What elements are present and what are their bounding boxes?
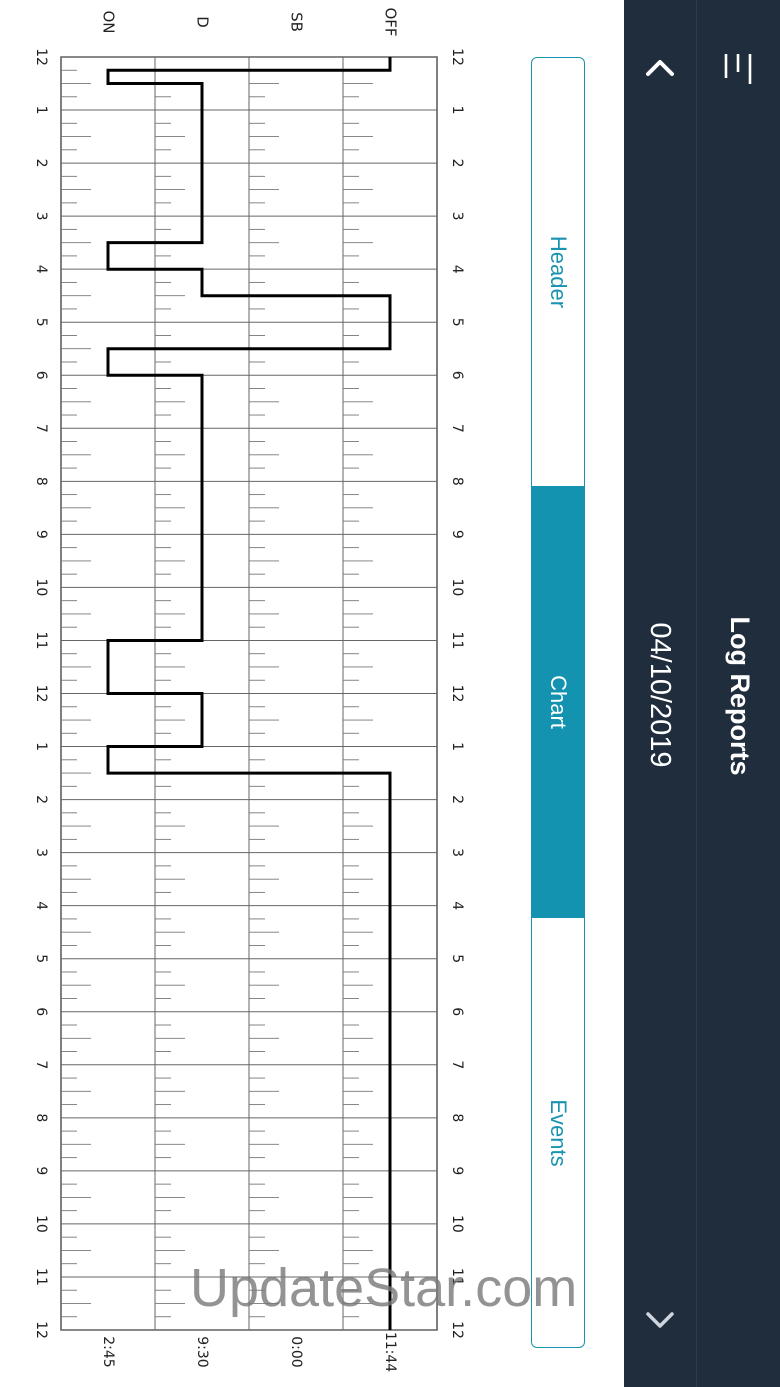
time-label-right: 10 (449, 579, 465, 597)
time-label-left: 10 (33, 579, 49, 597)
time-label-right: 7 (449, 1060, 465, 1069)
time-label-left: 6 (33, 371, 49, 380)
time-label-right: 5 (449, 318, 465, 327)
time-label-left: 12 (33, 48, 49, 66)
status-label-d: D (194, 16, 212, 28)
time-label-right: 3 (449, 212, 465, 221)
time-label-right: 6 (449, 371, 465, 380)
time-label-left: 1 (33, 742, 49, 751)
row-total-d: 9:30 (194, 1336, 210, 1367)
time-label-left: 5 (33, 318, 49, 327)
page-title: Log Reports (725, 616, 755, 776)
time-label-right: 6 (449, 1007, 465, 1016)
time-label-left: 10 (33, 1215, 49, 1233)
hamburger-menu-icon[interactable] (718, 46, 758, 86)
tab-header[interactable]: Header (532, 58, 584, 486)
status-label-on: ON (100, 10, 118, 33)
time-label-right: 9 (449, 1166, 465, 1175)
time-label-right: 7 (449, 424, 465, 433)
segmented-tabs: Header Chart Events (531, 57, 585, 1348)
time-label-right: 5 (449, 954, 465, 963)
tab-header-label: Header (546, 235, 571, 309)
time-label-right: 12 (449, 1321, 465, 1339)
row-total-sb: 0:00 (288, 1336, 304, 1367)
time-label-left: 6 (33, 1007, 49, 1016)
time-label-right: 3 (449, 848, 465, 857)
time-label-left: 11 (33, 632, 49, 650)
row-total-on: 2:45 (100, 1336, 116, 1367)
time-label-right: 1 (449, 106, 465, 115)
tab-chart-label: Chart (546, 675, 571, 729)
time-label-left: 4 (33, 265, 49, 274)
time-label-right: 11 (449, 632, 465, 650)
time-label-right: 12 (449, 685, 465, 703)
chevron-up-icon[interactable] (640, 46, 680, 86)
time-label-left: 9 (33, 530, 49, 539)
time-label-left: 2 (33, 795, 49, 804)
time-label-left: 11 (33, 1268, 49, 1286)
time-label-right: 8 (449, 1113, 465, 1122)
status-label-off: OFF (382, 7, 400, 36)
time-label-right: 9 (449, 530, 465, 539)
time-label-left: 4 (33, 901, 49, 910)
time-label-right: 4 (449, 265, 465, 274)
duty-status-chart: OFFSBDON11:440:009:302:4512 121 12 23 34 45 56… (33, 7, 465, 1372)
time-label-left: 12 (33, 1321, 49, 1339)
app-bar-divider (696, 0, 697, 1387)
time-label-left: 5 (33, 954, 49, 963)
chevron-down-icon[interactable] (640, 1300, 680, 1340)
time-label-left: 8 (33, 477, 49, 486)
time-label-right: 4 (449, 901, 465, 910)
time-label-left: 7 (33, 1060, 49, 1069)
time-label-left: 7 (33, 424, 49, 433)
status-label-sb: SB (288, 12, 306, 32)
time-label-right: 2 (449, 795, 465, 804)
time-label-left: 3 (33, 212, 49, 221)
tab-events-label: Events (546, 1098, 571, 1167)
time-label-right: 10 (449, 1215, 465, 1233)
time-label-right: 12 (449, 48, 465, 66)
log-date: 04/10/2019 (644, 622, 676, 768)
time-label-left: 9 (33, 1166, 49, 1175)
time-label-right: 1 (449, 742, 465, 751)
row-total-off: 11:44 (382, 1332, 398, 1372)
time-label-left: 2 (33, 159, 49, 168)
time-label-left: 1 (33, 106, 49, 115)
time-label-right: 2 (449, 159, 465, 168)
time-label-left: 8 (33, 1113, 49, 1122)
time-label-right: 8 (449, 477, 465, 486)
watermark-text: UpdateStar.com (190, 1258, 578, 1318)
time-label-left: 12 (33, 685, 49, 703)
tab-chart[interactable]: Chart (532, 486, 584, 918)
time-label-left: 3 (33, 848, 49, 857)
